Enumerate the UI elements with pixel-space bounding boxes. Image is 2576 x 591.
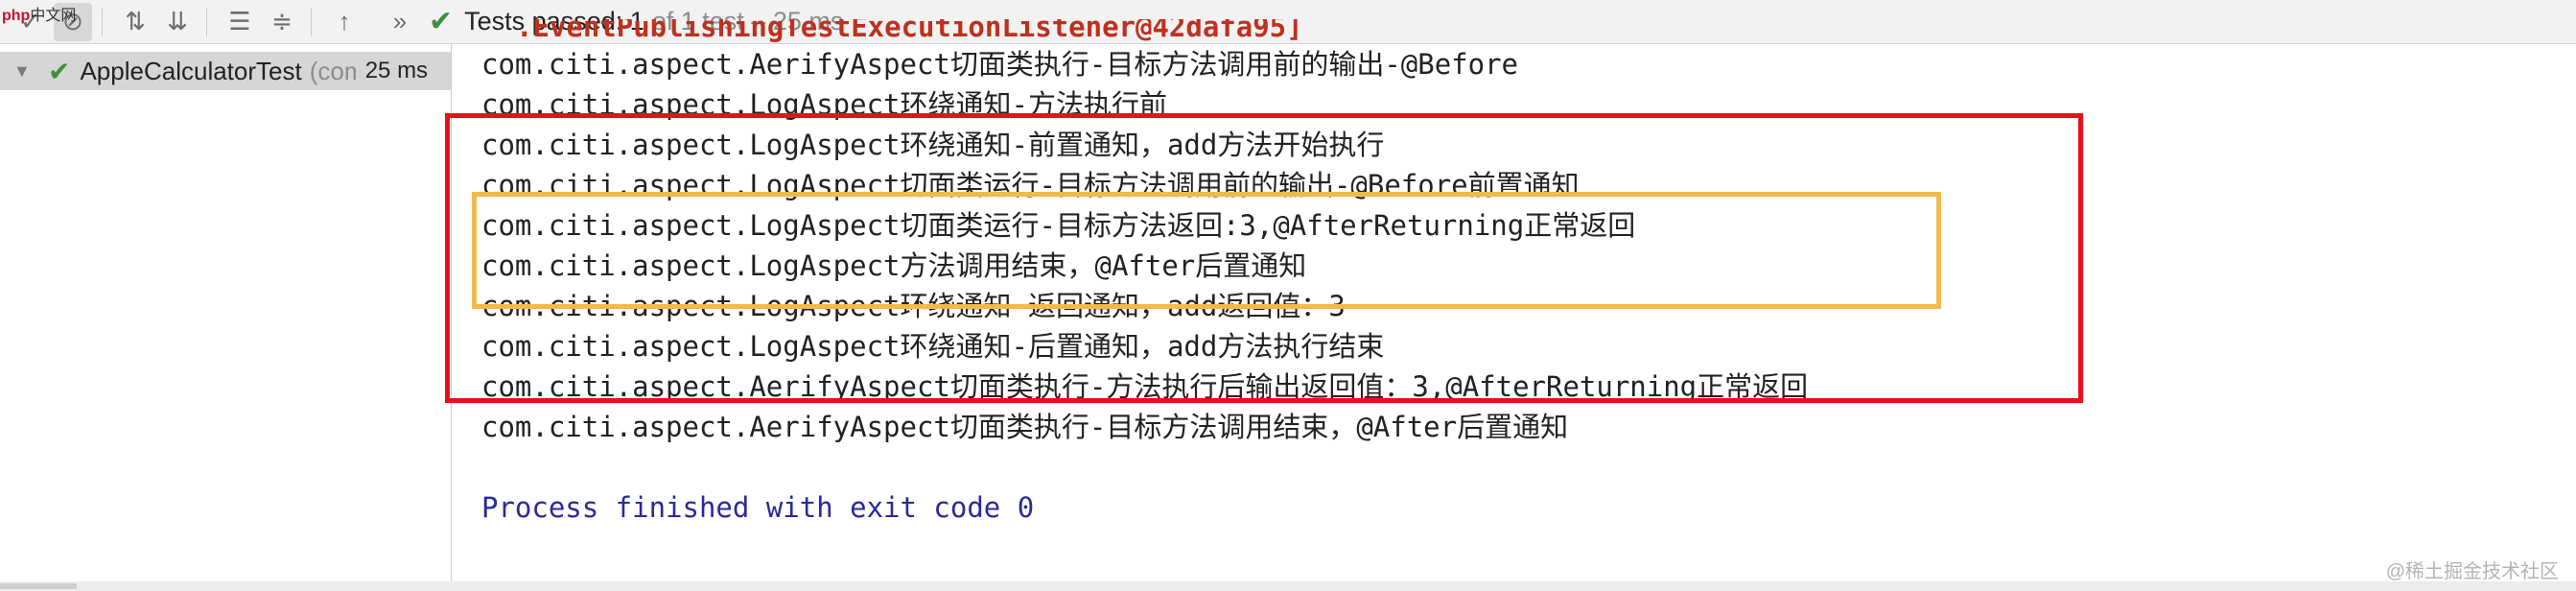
test-class: (com — [309, 56, 356, 85]
toolbar-divider — [206, 7, 207, 36]
watermark: @稀土掘金技术社区 — [2385, 561, 2559, 582]
test-tree-row[interactable]: ▼ ✔ AppleCalculatorTest (com 25 ms — [0, 52, 451, 90]
sort-duration-icon: ⇊ — [167, 7, 188, 35]
process-exit-line: Process finished with exit code 0 — [481, 491, 1035, 524]
expand-triangle-icon[interactable]: ▼ — [13, 61, 40, 82]
toolbar-divider — [311, 7, 312, 36]
horizontal-scrollbar[interactable] — [0, 581, 2576, 591]
up-arrow-icon: ↑ — [338, 7, 351, 35]
logo-text: 中文网 — [30, 8, 77, 24]
sort-duration-button[interactable]: ⇊ — [158, 3, 197, 41]
check-icon: ✔ — [48, 56, 71, 86]
more-actions-button[interactable]: » — [381, 3, 419, 41]
more-icon: » — [392, 7, 408, 35]
scrollbar-thumb[interactable] — [0, 583, 77, 589]
sort-alpha-button[interactable]: ⇅ — [116, 3, 154, 41]
site-logo: php中文网 — [2, 2, 76, 25]
test-name: AppleCalculatorTest — [80, 56, 302, 85]
console-line: .EventPublishingTestExecutionListener@42… — [516, 19, 1303, 42]
previous-failed-button[interactable]: ↑ — [325, 3, 363, 41]
test-tree-panel: ▼ ✔ AppleCalculatorTest (com 25 ms — [0, 44, 452, 581]
check-icon: ✔ — [429, 6, 454, 37]
sort-alpha-icon: ⇅ — [125, 7, 146, 35]
collapse-all-button[interactable]: ≑ — [263, 3, 301, 41]
toolbar-divider — [102, 7, 103, 36]
console-line: com.citi.aspect.AerifyAspect切面类执行-目标方法调用… — [481, 411, 1569, 443]
yellow-highlight-box — [472, 192, 1941, 309]
expand-all-icon: ☰ — [228, 7, 251, 35]
expand-all-button[interactable]: ☰ — [221, 3, 259, 41]
logo-brand: php — [2, 8, 31, 24]
console-line: com.citi.aspect.AerifyAspect切面类执行-目标方法调用… — [481, 48, 1519, 81]
test-duration: 25 ms — [364, 58, 429, 83]
collapse-all-icon: ≑ — [271, 7, 293, 35]
